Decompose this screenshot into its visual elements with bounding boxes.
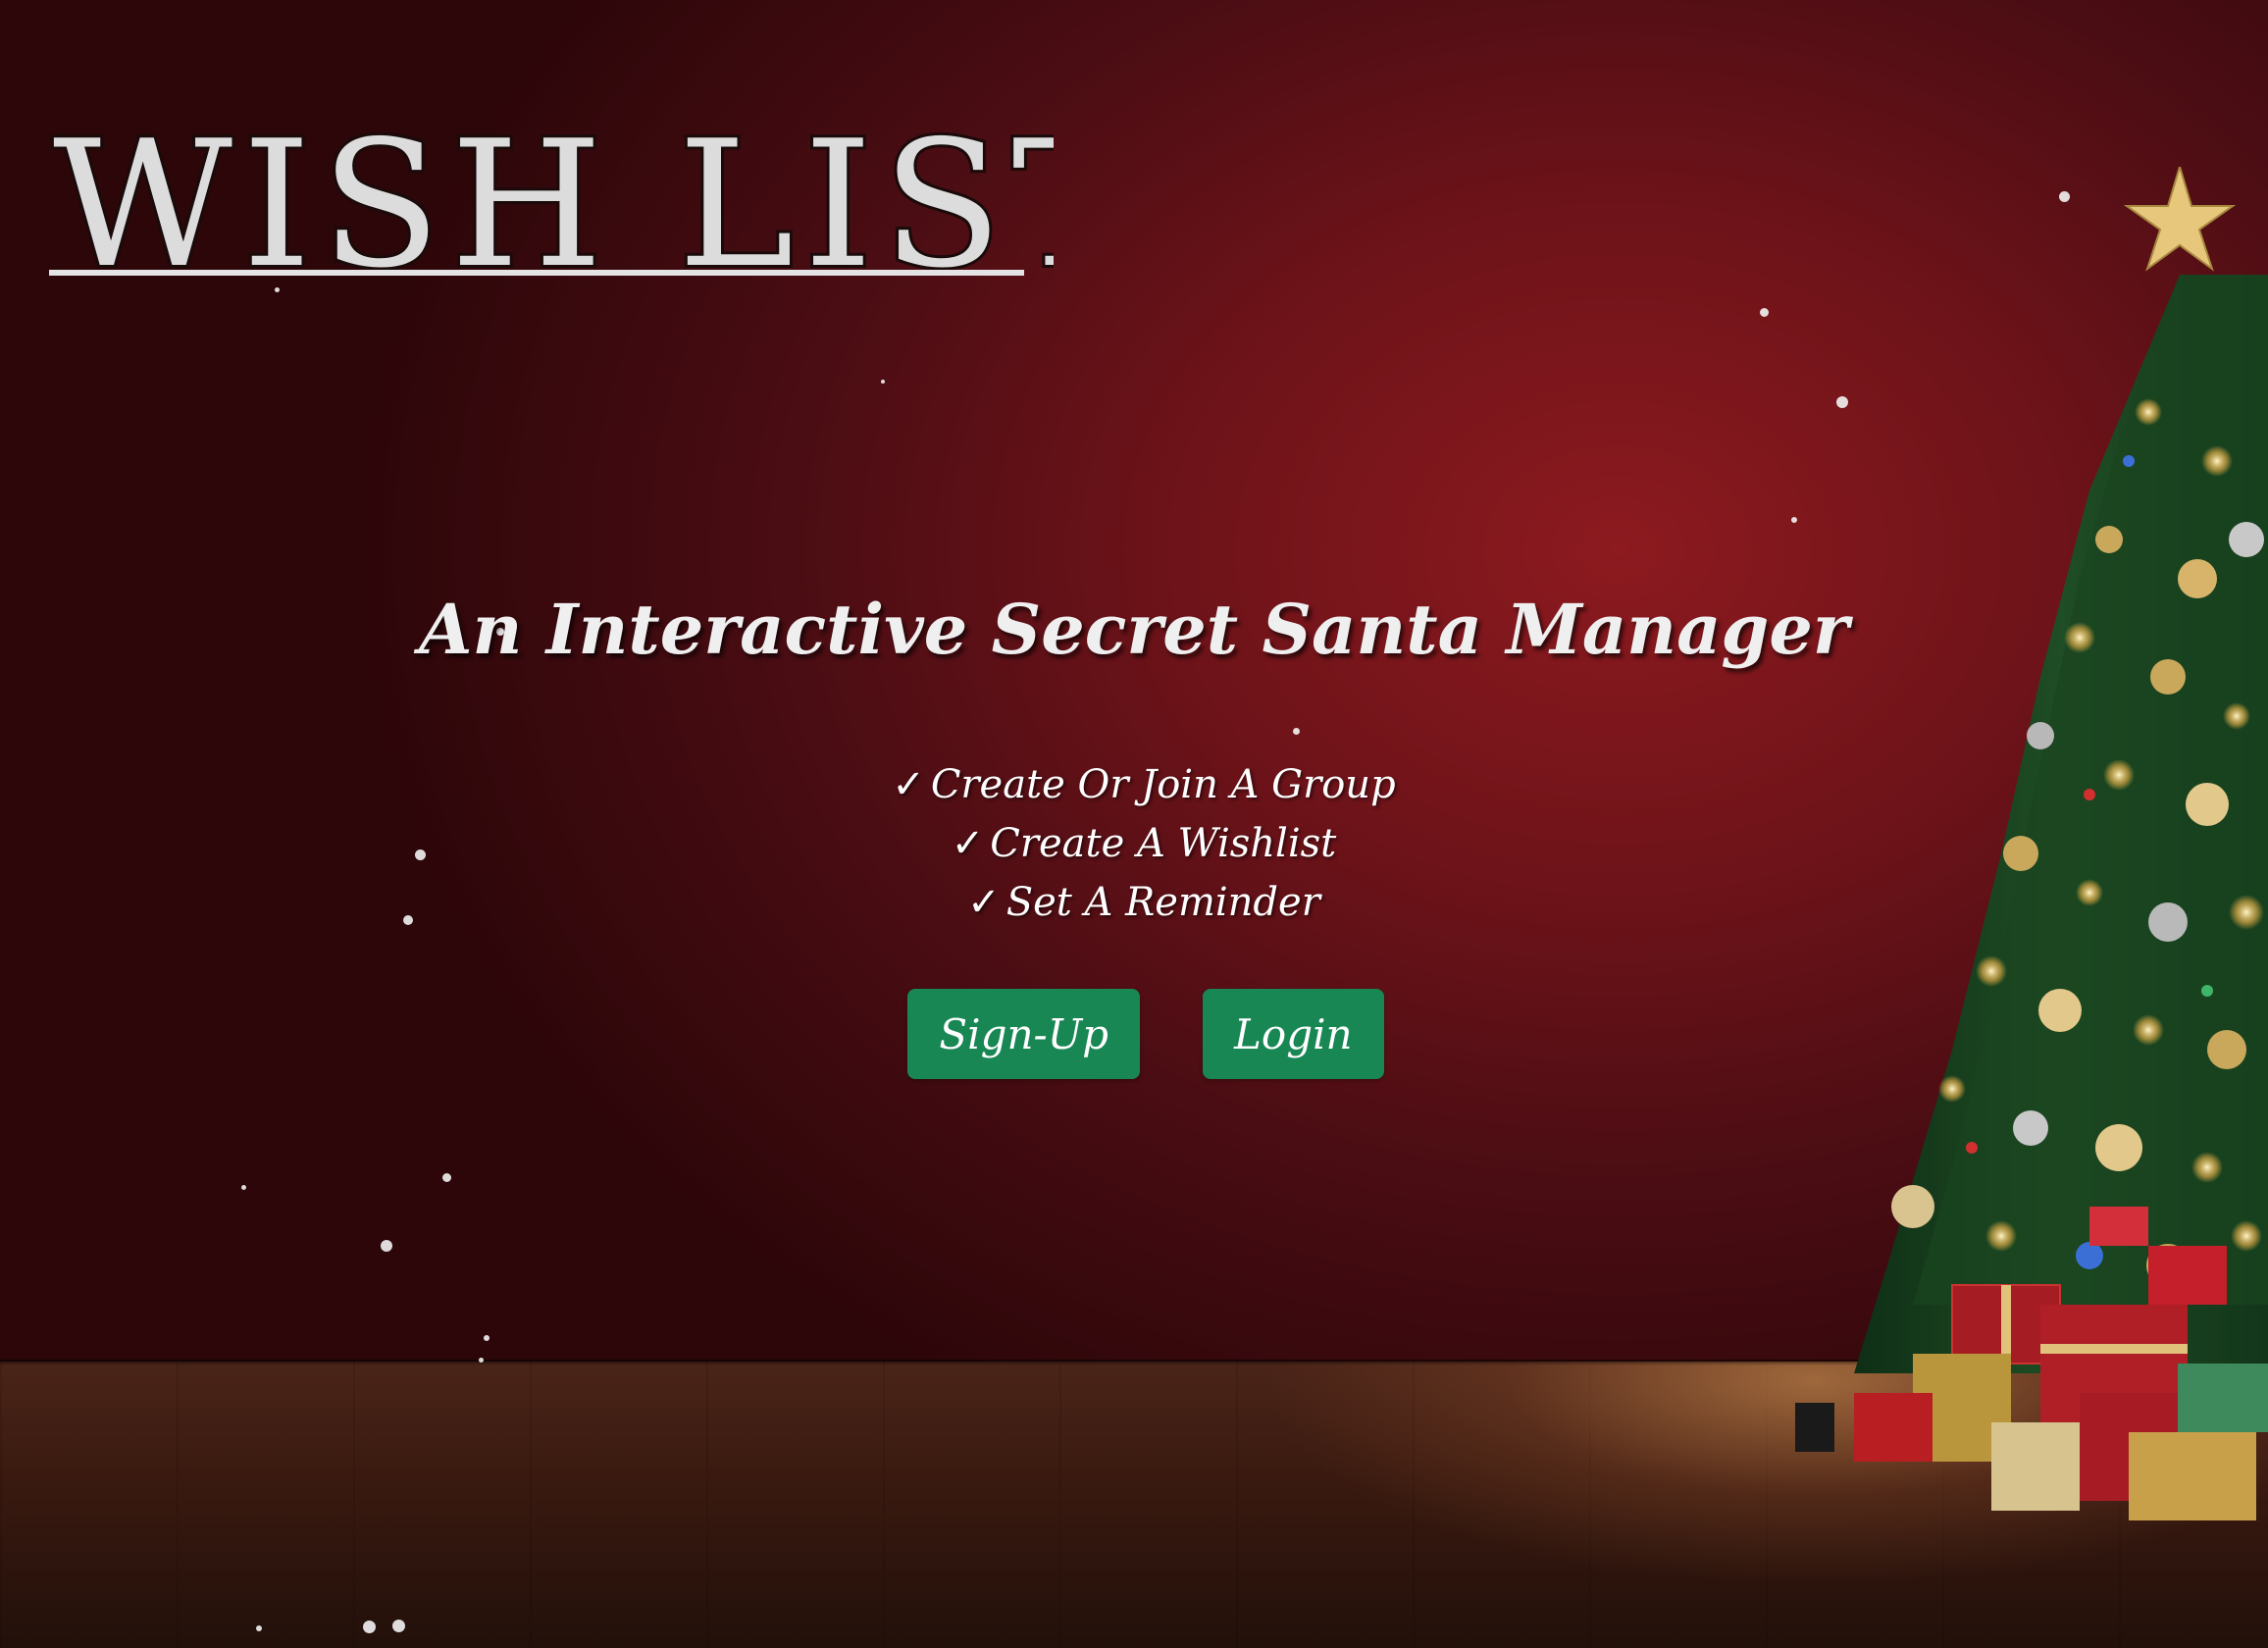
login-button[interactable]: Login	[1203, 989, 1384, 1079]
feature-item: ✓ Create Or Join A Group	[0, 755, 2268, 814]
feature-label: Create A Wishlist	[990, 821, 1337, 866]
snowflake	[442, 1173, 451, 1182]
snowflake	[484, 1335, 490, 1341]
page-tagline: An Interactive Secret Santa Manager	[419, 589, 1849, 670]
wish-list-logo: WISH LIST	[49, 100, 1054, 309]
signup-button[interactable]: Sign-Up	[907, 989, 1141, 1079]
snowflake	[381, 1240, 392, 1252]
feature-item: ✓ Set A Reminder	[0, 873, 2268, 932]
snowflake	[241, 1185, 246, 1190]
feature-list: ✓ Create Or Join A Group ✓ Create A Wishli…	[0, 755, 2268, 932]
snowflake	[1293, 728, 1300, 735]
auth-actions: Sign-Up Login	[0, 989, 2268, 1079]
feature-label: Set A Reminder	[1005, 880, 1320, 925]
snowflake	[881, 380, 885, 384]
background-scene: WISH LIST An Interactive Secret Santa Ma…	[0, 0, 2268, 1648]
feature-item: ✓ Create A Wishlist	[0, 814, 2268, 873]
checkmark-icon: ✓	[951, 821, 985, 866]
snowflake	[1760, 308, 1769, 317]
checkmark-icon: ✓	[967, 880, 1001, 925]
checkmark-icon: ✓	[892, 762, 925, 807]
feature-label: Create Or Join A Group	[930, 762, 1396, 807]
